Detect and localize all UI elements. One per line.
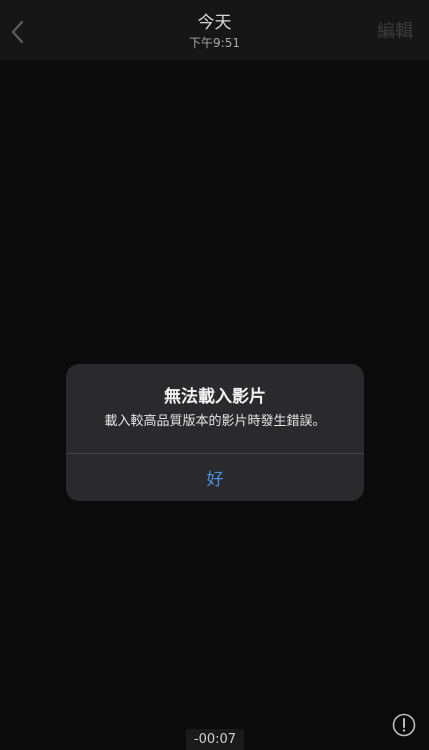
exclamation-circle-icon [392, 713, 416, 737]
edit-button[interactable]: 編輯 [377, 20, 413, 44]
info-button[interactable] [392, 713, 416, 737]
video-timecode: -00:07 [186, 729, 244, 750]
alert-ok-button[interactable]: 好 [66, 454, 364, 501]
video-viewer-screen: 今天 下午9:51 編輯 無法載入影片 載入較高品質版本的影片時發生錯誤。 好 … [0, 0, 429, 750]
page-title: 今天 [197, 13, 232, 33]
alert-message: 載入較高品質版本的影片時發生錯誤。 [104, 414, 326, 429]
error-alert-dialog: 無法載入影片 載入較高品質版本的影片時發生錯誤。 好 [66, 364, 364, 501]
page-subtitle-time: 下午9:51 [189, 36, 240, 50]
alert-title: 無法載入影片 [164, 387, 266, 407]
navigation-bar: 今天 下午9:51 編輯 [0, 0, 429, 60]
